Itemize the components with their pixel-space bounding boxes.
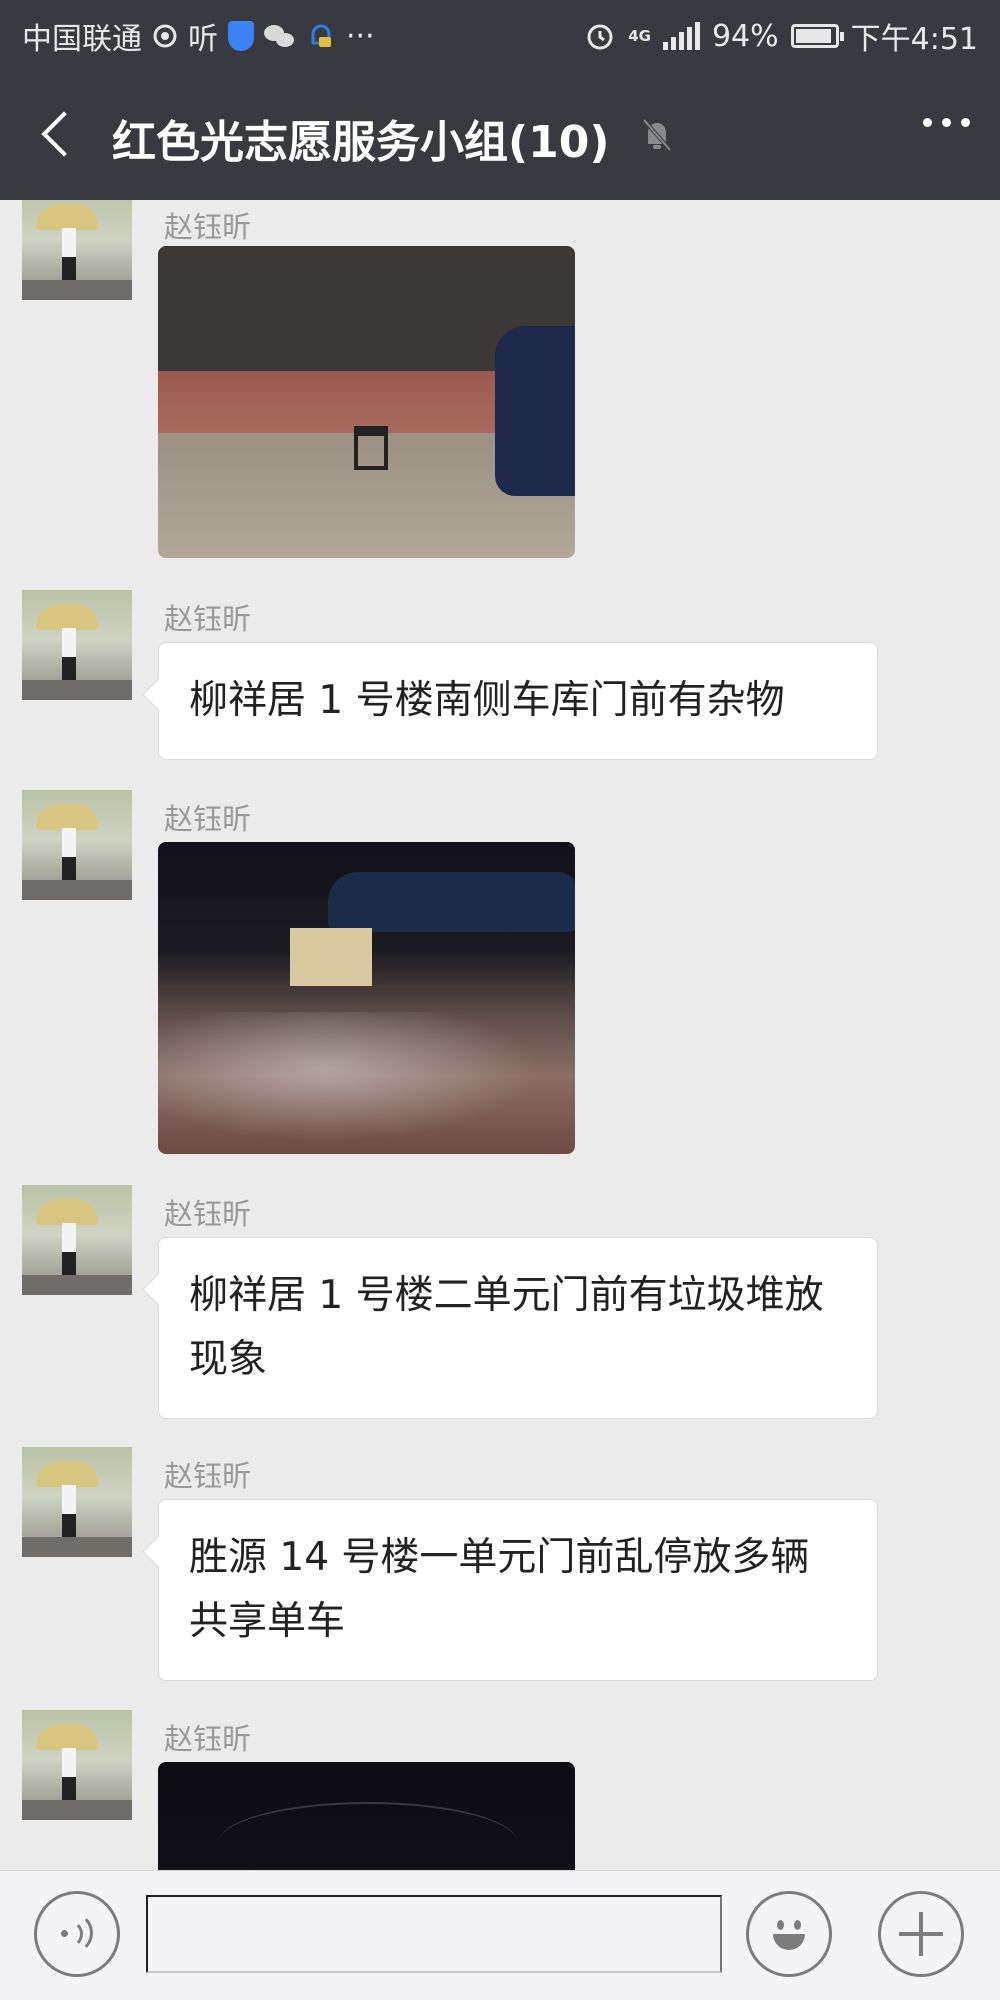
listen-app-label: 听 xyxy=(188,22,218,57)
avatar[interactable] xyxy=(22,1447,132,1557)
message-bubble[interactable]: 胜源 14 号楼一单元门前乱停放多辆共享单车 xyxy=(158,1499,878,1681)
sender-name: 赵钰昕 xyxy=(164,1459,252,1493)
emoji-button[interactable] xyxy=(746,1891,832,1977)
overflow-indicator: ··· xyxy=(346,18,375,54)
carrier-label: 中国联通 xyxy=(22,22,142,57)
message-image[interactable] xyxy=(158,1762,575,1870)
sender-name: 赵钰昕 xyxy=(164,802,252,836)
back-button[interactable] xyxy=(28,104,88,164)
shield-icon xyxy=(228,19,254,53)
voice-icon xyxy=(57,1912,97,1954)
message-image[interactable] xyxy=(158,246,575,558)
message-bubble[interactable]: 柳祥居 1 号楼南侧车库门前有杂物 xyxy=(158,642,878,760)
chat-message-list[interactable]: 赵钰昕 赵钰昕 柳祥居 1 号楼南侧车库门前有杂物 赵钰昕 赵钰昕 柳祥居 1 … xyxy=(0,200,1000,1870)
sender-name: 赵钰昕 xyxy=(164,210,252,244)
chat-header: 红色光志愿服务小组(10) xyxy=(0,68,1000,200)
message-image[interactable] xyxy=(158,842,575,1154)
wechat-icon xyxy=(264,19,296,53)
network-type-label: 4G xyxy=(628,27,651,45)
avatar[interactable] xyxy=(22,590,132,700)
battery-percent: 94% xyxy=(711,18,779,54)
sender-name: 赵钰昕 xyxy=(164,602,252,636)
signal-icon xyxy=(662,22,700,50)
avatar[interactable] xyxy=(22,1185,132,1295)
avatar[interactable] xyxy=(22,790,132,900)
status-bar: 中国联通 听 ··· 4G 94% 下午4:51 xyxy=(0,0,1000,68)
avatar[interactable] xyxy=(22,1710,132,1820)
emoji-icon xyxy=(763,1908,815,1960)
voice-input-button[interactable] xyxy=(34,1891,120,1977)
alarm-icon xyxy=(584,19,616,53)
chevron-left-icon xyxy=(41,111,87,157)
input-bar xyxy=(0,1870,1000,2000)
sender-name: 赵钰昕 xyxy=(164,1197,252,1231)
muted-bell-icon xyxy=(640,114,674,154)
more-options-button[interactable] xyxy=(923,118,970,127)
chat-title: 红色光志愿服务小组(10) xyxy=(112,117,610,168)
battery-icon xyxy=(790,24,844,48)
sync-icon xyxy=(152,19,178,53)
more-actions-button[interactable] xyxy=(878,1891,964,1977)
message-input[interactable] xyxy=(146,1895,722,1973)
battery-fill xyxy=(795,29,832,43)
clock: 下午4:51 xyxy=(850,22,978,57)
plus-icon xyxy=(899,1912,943,1956)
sender-name: 赵钰昕 xyxy=(164,1722,252,1756)
message-bubble[interactable]: 柳祥居 1 号楼二单元门前有垃圾堆放现象 xyxy=(158,1237,878,1419)
notification-bell-icon xyxy=(306,19,336,53)
avatar[interactable] xyxy=(22,200,132,300)
